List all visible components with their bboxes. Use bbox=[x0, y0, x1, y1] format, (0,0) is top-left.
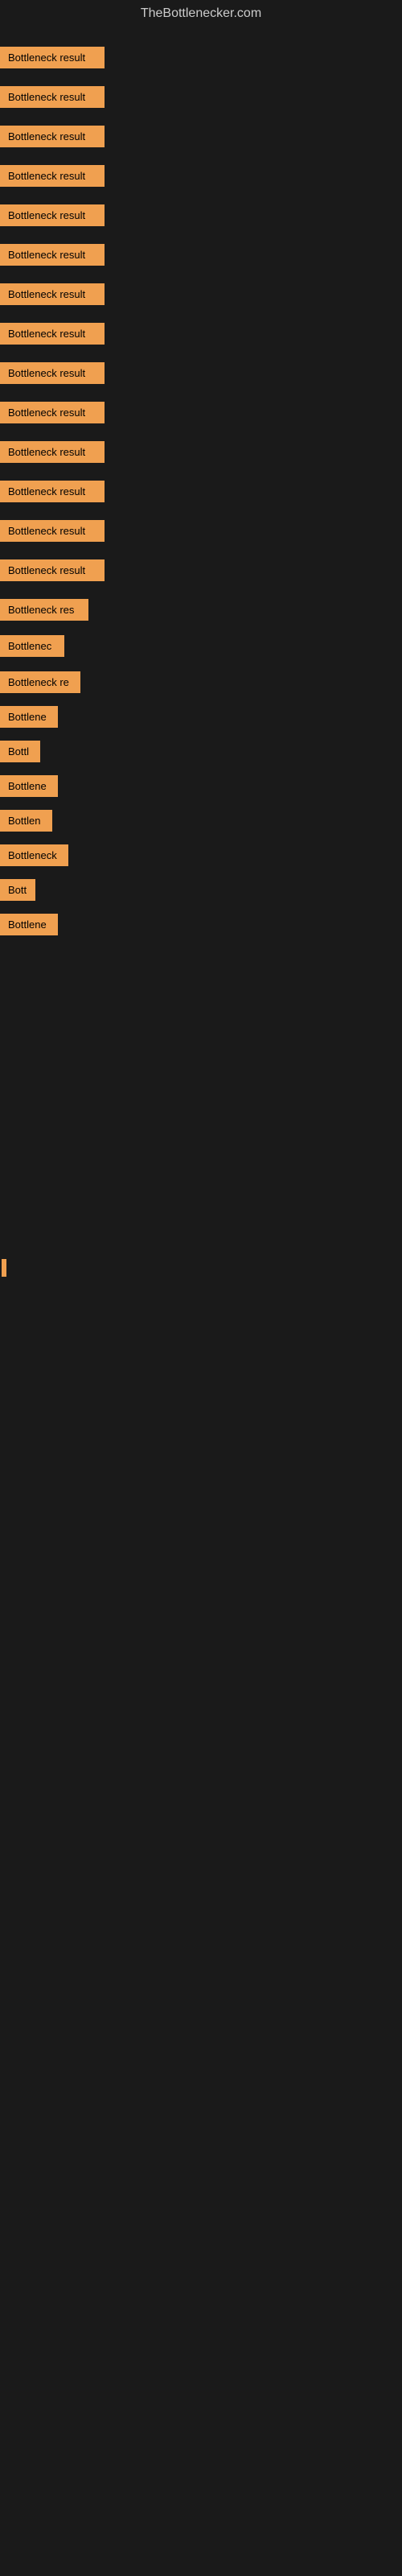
bottleneck-item-19[interactable]: Bottl bbox=[0, 741, 40, 762]
bottleneck-item-8[interactable]: Bottleneck result bbox=[0, 323, 105, 345]
bottleneck-item-9[interactable]: Bottleneck result bbox=[0, 362, 105, 384]
bottleneck-item-18[interactable]: Bottlene bbox=[0, 706, 58, 728]
bottom-indicator bbox=[2, 1259, 6, 1277]
bottleneck-item-22[interactable]: Bottleneck bbox=[0, 844, 68, 866]
bottleneck-item-14[interactable]: Bottleneck result bbox=[0, 559, 105, 581]
bottleneck-item-6[interactable]: Bottleneck result bbox=[0, 244, 105, 266]
bottleneck-item-2[interactable]: Bottleneck result bbox=[0, 86, 105, 108]
bottleneck-item-7[interactable]: Bottleneck result bbox=[0, 283, 105, 305]
bottleneck-item-12[interactable]: Bottleneck result bbox=[0, 481, 105, 502]
bottleneck-item-1[interactable]: Bottleneck result bbox=[0, 47, 105, 68]
bottleneck-item-24[interactable]: Bottlene bbox=[0, 914, 58, 935]
bottleneck-item-23[interactable]: Bott bbox=[0, 879, 35, 901]
bottleneck-list: Bottleneck result Bottleneck result Bott… bbox=[0, 31, 402, 1760]
bottleneck-item-21[interactable]: Bottlen bbox=[0, 810, 52, 832]
site-title: TheBottlenecker.com bbox=[141, 6, 261, 20]
bottleneck-item-13[interactable]: Bottleneck result bbox=[0, 520, 105, 542]
site-header: TheBottlenecker.com bbox=[0, 0, 402, 31]
bottleneck-item-17[interactable]: Bottleneck re bbox=[0, 671, 80, 693]
bottleneck-item-16[interactable]: Bottlenec bbox=[0, 635, 64, 657]
bottleneck-item-4[interactable]: Bottleneck result bbox=[0, 165, 105, 187]
bottleneck-item-10[interactable]: Bottleneck result bbox=[0, 402, 105, 423]
bottleneck-item-3[interactable]: Bottleneck result bbox=[0, 126, 105, 147]
bottleneck-item-5[interactable]: Bottleneck result bbox=[0, 204, 105, 226]
bottleneck-item-20[interactable]: Bottlene bbox=[0, 775, 58, 797]
bottleneck-item-11[interactable]: Bottleneck result bbox=[0, 441, 105, 463]
bottleneck-item-15[interactable]: Bottleneck res bbox=[0, 599, 88, 621]
